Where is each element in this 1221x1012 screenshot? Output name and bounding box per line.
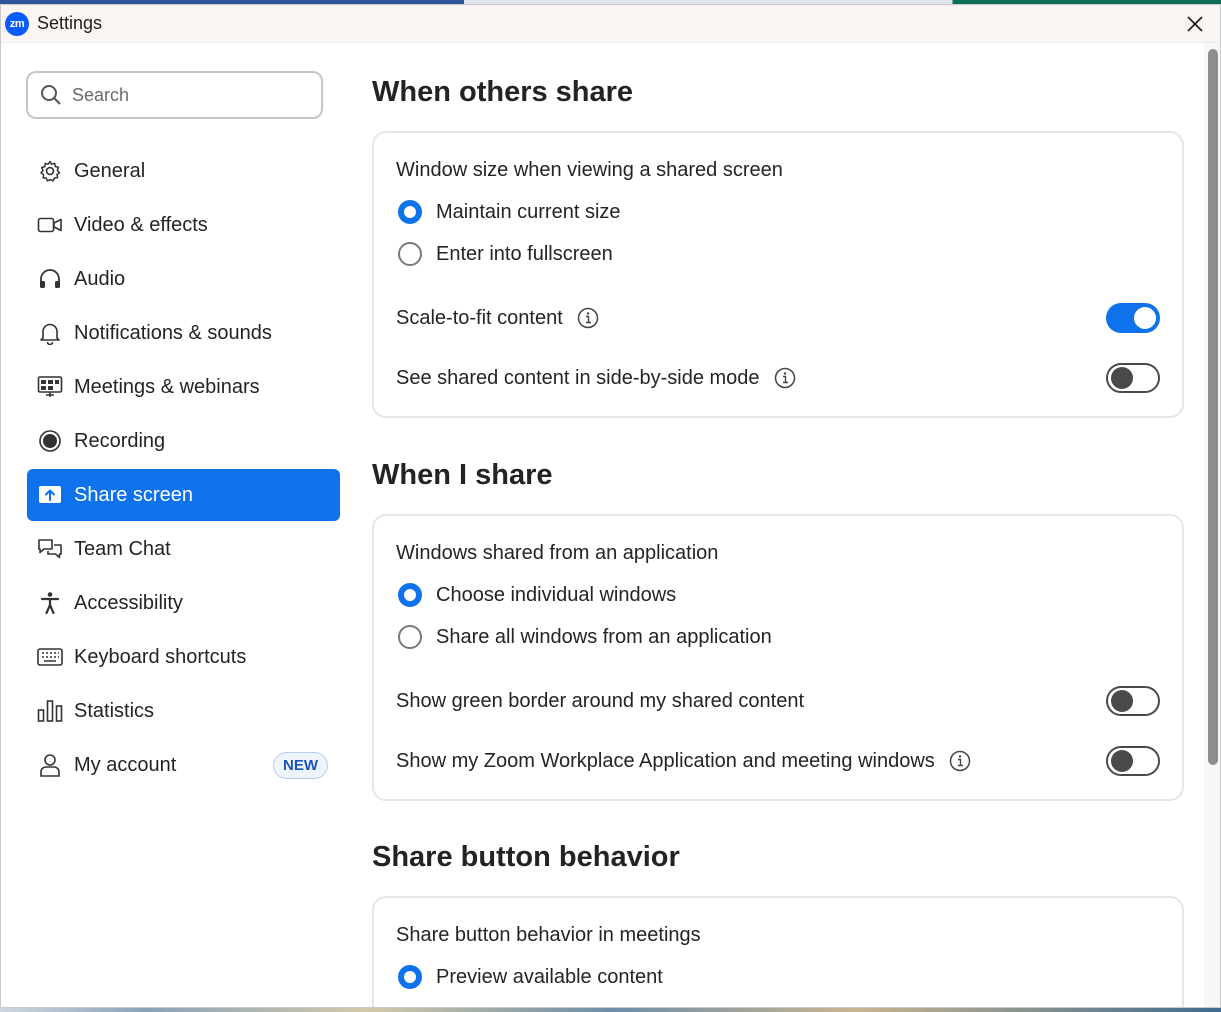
sidebar-item-keyboard-shortcuts[interactable]: Keyboard shortcuts <box>27 631 340 683</box>
radio-label: Enter into fullscreen <box>436 242 613 265</box>
video-camera-icon <box>37 212 63 238</box>
window-title: Settings <box>37 13 103 33</box>
radio-button[interactable] <box>398 242 422 266</box>
radio-button-checked[interactable] <box>398 965 422 989</box>
sidebar-item-accessibility[interactable]: Accessibility <box>27 577 340 629</box>
gear-icon <box>37 158 63 184</box>
info-icon[interactable] <box>949 750 971 772</box>
scale-to-fit-label: Scale-to-fit content <box>396 306 563 329</box>
sidebar-item-label: Audio <box>74 267 126 290</box>
sidebar-item-label: Accessibility <box>74 591 183 614</box>
share-screen-icon <box>37 482 63 508</box>
close-button[interactable] <box>1182 11 1208 37</box>
radio-maintain-current-size[interactable]: Maintain current size <box>398 200 621 224</box>
scale-to-fit-toggle[interactable] <box>1106 303 1160 333</box>
sidebar-nav: General Video & effects Audio Notificati… <box>27 145 340 793</box>
show-zoom-windows-row: Show my Zoom Workplace Application and m… <box>396 745 1160 777</box>
headphones-icon <box>37 266 63 292</box>
person-icon <box>37 752 63 778</box>
sidebar-item-audio[interactable]: Audio <box>27 253 340 305</box>
section-heading-others-share: When others share <box>372 76 634 108</box>
radio-label: Maintain current size <box>436 200 621 223</box>
others-share-card: Window size when viewing a shared screen… <box>372 131 1184 418</box>
sidebar-item-label: General <box>74 159 146 182</box>
zoom-logo-icon: zm <box>5 11 29 36</box>
sidebar-item-notifications[interactable]: Notifications & sounds <box>27 307 340 359</box>
sidebar-item-label: Video & effects <box>74 213 208 236</box>
sidebar-item-label: Recording <box>74 429 166 452</box>
chat-bubbles-icon <box>37 536 63 562</box>
green-border-label: Show green border around my shared conte… <box>396 689 805 712</box>
sidebar-item-label: Keyboard shortcuts <box>74 645 247 668</box>
sidebar-item-label: Team Chat <box>74 537 171 560</box>
side-by-side-row: See shared content in side-by-side mode <box>396 362 1160 394</box>
share-button-behavior-label: Share button behavior in meetings <box>396 924 701 946</box>
radio-next-option-partial[interactable] <box>398 1007 436 1008</box>
sidebar-item-share-screen[interactable]: Share screen <box>27 469 340 521</box>
title-bar[interactable]: zm Settings <box>1 5 1220 43</box>
radio-label: Preview available content <box>436 965 663 988</box>
sidebar-item-label: My account <box>74 753 177 776</box>
radio-choose-individual-windows[interactable]: Choose individual windows <box>398 583 676 607</box>
sidebar-item-general[interactable]: General <box>27 145 340 197</box>
green-border-row: Show green border around my shared conte… <box>396 685 1160 717</box>
sidebar-item-recording[interactable]: Recording <box>27 415 340 467</box>
search-input[interactable] <box>72 84 292 106</box>
sidebar-item-label: Notifications & sounds <box>74 321 272 344</box>
meetings-icon <box>37 374 63 400</box>
toggle-knob <box>1111 367 1133 389</box>
sidebar-item-label: Meetings & webinars <box>74 375 260 398</box>
windows-shared-label: Windows shared from an application <box>396 542 719 564</box>
side-by-side-label: See shared content in side-by-side mode <box>396 366 760 389</box>
sidebar-item-label: Share screen <box>74 483 193 506</box>
side-by-side-toggle[interactable] <box>1106 363 1160 393</box>
section-heading-i-share: When I share <box>372 459 553 491</box>
search-box[interactable] <box>26 71 323 119</box>
radio-share-all-windows[interactable]: Share all windows from an application <box>398 625 772 649</box>
sidebar-item-statistics[interactable]: Statistics <box>27 685 340 737</box>
close-icon <box>1187 16 1203 32</box>
info-icon[interactable] <box>774 367 796 389</box>
sidebar-item-label: Statistics <box>74 699 155 722</box>
section-heading-share-button: Share button behavior <box>372 841 680 873</box>
toggle-knob <box>1111 750 1133 772</box>
share-button-card: Share button behavior in meetings Previe… <box>372 896 1184 1008</box>
keyboard-icon <box>37 644 63 670</box>
search-icon <box>41 85 61 105</box>
sidebar-item-meetings[interactable]: Meetings & webinars <box>27 361 340 413</box>
radio-button[interactable] <box>398 625 422 649</box>
radio-label: Choose individual windows <box>436 583 677 606</box>
green-border-toggle[interactable] <box>1106 686 1160 716</box>
scroll-thumb[interactable] <box>1208 49 1218 765</box>
scrollbar[interactable] <box>1204 43 1220 1007</box>
bell-icon <box>37 320 63 346</box>
sidebar-item-team-chat[interactable]: Team Chat <box>27 523 340 575</box>
scale-to-fit-row: Scale-to-fit content <box>396 302 1160 334</box>
sidebar: General Video & effects Audio Notificati… <box>1 43 356 1007</box>
show-zoom-windows-toggle[interactable] <box>1106 746 1160 776</box>
radio-label: Share all windows from an application <box>436 625 772 648</box>
sidebar-item-video[interactable]: Video & effects <box>27 199 340 251</box>
settings-content: When others share Window size when viewi… <box>371 43 1201 1008</box>
record-icon <box>37 428 63 454</box>
i-share-card: Windows shared from an application Choos… <box>372 514 1184 801</box>
accessibility-icon <box>37 590 63 616</box>
radio-button-checked[interactable] <box>398 200 422 224</box>
window-size-label: Window size when viewing a shared screen <box>396 159 783 181</box>
info-icon[interactable] <box>577 307 599 329</box>
toggle-knob <box>1134 307 1156 329</box>
radio-button[interactable] <box>398 1007 422 1008</box>
bar-chart-icon <box>37 698 63 724</box>
radio-enter-fullscreen[interactable]: Enter into fullscreen <box>398 242 613 266</box>
settings-window: zm Settings General Video & effects <box>0 4 1221 1008</box>
sidebar-item-my-account[interactable]: My account NEW <box>27 739 340 791</box>
radio-preview-available-content[interactable]: Preview available content <box>398 965 663 989</box>
radio-button-checked[interactable] <box>398 583 422 607</box>
show-zoom-windows-label: Show my Zoom Workplace Application and m… <box>396 749 935 772</box>
new-badge: NEW <box>273 752 328 779</box>
toggle-knob <box>1111 690 1133 712</box>
